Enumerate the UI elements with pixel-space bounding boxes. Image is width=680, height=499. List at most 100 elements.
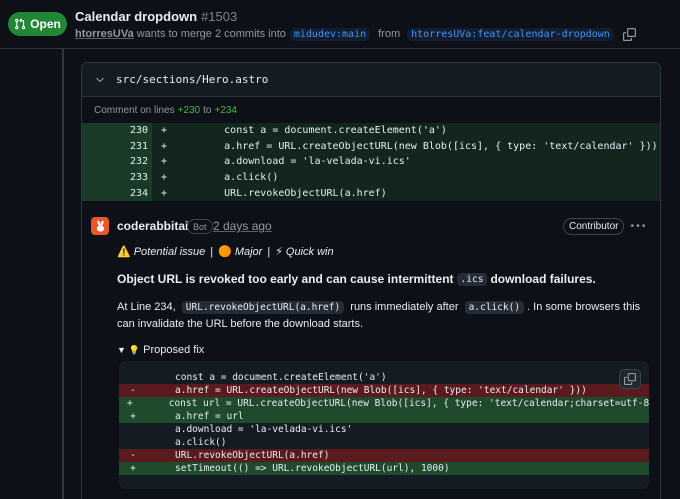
warning-icon: ⚠️ [117, 246, 131, 258]
code-sign: + [130, 463, 136, 474]
comment-headline: Object URL is revoked too early and can … [117, 272, 596, 286]
para-code-2: a.click() [464, 301, 525, 314]
para-text-b: runs immediately after [350, 301, 459, 313]
potential-issue-text: Potential issue [133, 245, 206, 258]
line-number: 233 [82, 169, 152, 186]
pr-status-badge: Open [8, 12, 67, 36]
review-thread-card: src/sections/Hero.astro Comment on lines… [81, 62, 661, 499]
diff-line: 233 + a.click() [82, 169, 660, 186]
lightning-icon: ⚡ [275, 246, 283, 258]
line-number: 230 [82, 123, 152, 139]
diff-line: 230 + const a = document.createElement('… [82, 123, 660, 139]
git-pull-request-icon [15, 18, 26, 30]
diff-line: 234 + URL.revokeObjectURL(a.href) [82, 185, 660, 201]
line-start: +230 [177, 104, 201, 116]
diff-line: 231 + a.href = URL.createObjectURL(new B… [82, 138, 660, 155]
code-sign [127, 437, 139, 448]
line-number: 234 [82, 185, 152, 201]
copy-branch-button[interactable] [623, 27, 637, 41]
code-line-added: + a.href = url [119, 410, 649, 423]
line-number: 231 [82, 138, 152, 155]
from-text: from [378, 28, 401, 40]
lightbulb-icon: 💡 [128, 344, 141, 355]
diff-hunk: 230 + const a = document.createElement('… [82, 123, 660, 201]
code-sign: - [130, 385, 136, 396]
code-line-added: + setTimeout(() => URL.revokeObjectURL(u… [119, 462, 649, 475]
merge-text: wants to merge 2 commits into [136, 28, 286, 40]
diff-code: URL.revokeObjectURL(a.href) [176, 187, 387, 199]
pr-status-label: Open [30, 17, 61, 31]
diff-code: a.href = URL.createObjectURL(new Blob([i… [176, 140, 658, 152]
code-line-added: + const url = URL.createObjectURL(new Bl… [119, 397, 649, 410]
diff-sign: + [160, 140, 168, 152]
file-header[interactable]: src/sections/Hero.astro [82, 63, 660, 97]
proposed-fix-label: Proposed fix [143, 344, 205, 356]
headline-text-a: Object URL is revoked too early and can … [117, 272, 454, 286]
pr-number: #1503 [201, 9, 238, 24]
line-end: +234 [214, 104, 237, 116]
comment-options-button[interactable] [630, 218, 646, 234]
major-text: Major [234, 245, 263, 258]
contributor-label: Contributor [563, 218, 625, 235]
line-number: 232 [82, 154, 152, 170]
diff-code: const a = document.createElement('a') [176, 125, 447, 137]
diff-sign: + [160, 156, 168, 168]
copy-icon [623, 27, 637, 41]
pr-author-link[interactable]: htorresUVa [75, 28, 134, 40]
code-text: setTimeout(() => URL.revokeObjectURL(url… [175, 463, 450, 474]
comment-author-link[interactable]: coderabbitai [117, 219, 188, 233]
comment-prefix: Comment on lines [94, 104, 175, 116]
diff-line: 232 + a.download = 'la-velada-vi.ics' [82, 154, 660, 170]
issue-badges: ⚠️ Potential issue | 🟠 Major | ⚡ Quick w… [117, 245, 334, 259]
diff-sign: + [160, 172, 168, 184]
pr-merge-info: htorresUVa wants to merge 2 commits into… [75, 26, 637, 42]
badge-separator: | [210, 245, 214, 258]
code-sign [127, 372, 139, 383]
timeline-line [62, 49, 64, 499]
comment-timestamp-link[interactable]: 2 days ago [213, 219, 272, 233]
code-text: URL.revokeObjectURL(a.href) [175, 450, 330, 461]
comment-lines-note: Comment on lines +230 to +234 [82, 97, 660, 123]
copy-code-button[interactable] [619, 369, 641, 389]
code-line-deleted: - a.href = URL.createObjectURL(new Blob(… [119, 384, 649, 397]
triangle-down-icon: ▼ [117, 345, 126, 355]
code-line: a.click() [119, 436, 649, 449]
code-sign: + [127, 398, 133, 409]
code-text: a.href = URL.createObjectURL(new Blob([i… [175, 385, 587, 396]
quick-win-text: Quick win [285, 245, 334, 258]
headline-code: .ics [456, 272, 488, 286]
code-line: a.download = 'la-velada-vi.ics' [119, 423, 649, 436]
headline-text-b: download failures. [490, 272, 596, 286]
copy-icon [624, 373, 636, 385]
to-text: to [203, 104, 212, 116]
code-text: const a = document.createElement('a') [175, 372, 387, 383]
code-text: a.download = 'la-velada-vi.ics' [175, 424, 353, 435]
para-text-a: At Line 234, [117, 301, 176, 313]
pr-title: Calendar dropdown #1503 [75, 9, 237, 24]
rabbit-icon [96, 220, 104, 232]
proposed-fix-toggle[interactable]: ▼ 💡 Proposed fix [117, 344, 204, 356]
code-line: const a = document.createElement('a') [119, 371, 649, 384]
diff-sign: + [160, 187, 168, 199]
comment-paragraph: At Line 234, URL.revokeObjectURL(a.href)… [117, 299, 647, 332]
head-branch-link[interactable]: htorresUVa:feat/calendar-dropdown [407, 27, 614, 41]
file-path-link[interactable]: src/sections/Hero.astro [116, 73, 268, 86]
code-sign [127, 424, 139, 435]
proposed-fix-code: const a = document.createElement('a') - … [119, 361, 649, 489]
diff-code: a.click() [176, 172, 279, 184]
avatar[interactable] [91, 217, 109, 235]
code-text: a.href = url [175, 411, 244, 422]
chevron-down-icon[interactable] [94, 74, 106, 86]
header-divider [0, 48, 680, 49]
code-text: a.click() [175, 437, 227, 448]
pr-header: Open Calendar dropdown #1503 htorresUVa w… [0, 0, 680, 50]
kebab-horizontal-icon [631, 224, 645, 227]
code-text: const url = URL.createObjectURL(new Blob… [168, 398, 649, 409]
code-sign: - [130, 450, 136, 461]
diff-code: a.download = 'la-velada-vi.ics' [176, 156, 411, 168]
badge-separator: | [267, 245, 271, 258]
para-code-1: URL.revokeObjectURL(a.href) [181, 301, 345, 314]
code-line-deleted: - URL.revokeObjectURL(a.href) [119, 449, 649, 462]
base-branch-link[interactable]: midudev:main [289, 27, 371, 41]
bot-label: Bot [187, 219, 213, 234]
